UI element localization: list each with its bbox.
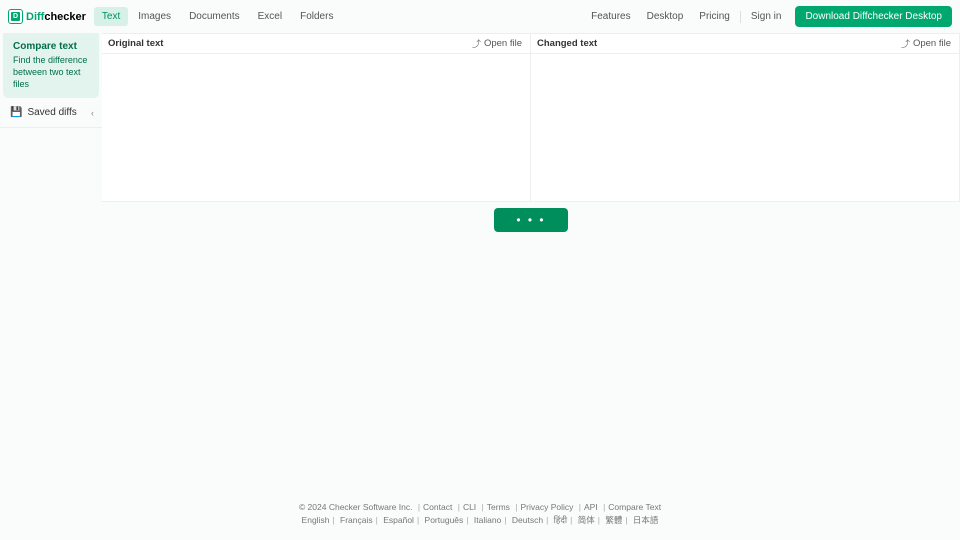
sidebar-compare-title: Compare text (13, 41, 89, 52)
logo-icon: D (8, 9, 23, 24)
loading-dots-icon: • • • (516, 214, 545, 226)
pane-original-title: Original text (108, 38, 163, 49)
compare-button-row: • • • (102, 208, 960, 232)
pane-changed-body (531, 53, 959, 201)
lang-fr[interactable]: Français (340, 515, 373, 525)
open-file-original[interactable]: ⤴Open file (472, 37, 522, 50)
lang-en[interactable]: English (302, 515, 330, 525)
upload-icon: ⤴ (472, 37, 481, 50)
lang-hi[interactable]: हिंदी (554, 515, 567, 525)
tab-folders[interactable]: Folders (292, 7, 341, 26)
compare-button[interactable]: • • • (494, 208, 567, 232)
logo-text-diff: Diff (26, 11, 44, 23)
footer-link-terms[interactable]: Terms (487, 502, 510, 512)
footer: © 2024 Checker Software Inc. |Contact |C… (0, 502, 960, 528)
pane-changed-title: Changed text (537, 38, 597, 49)
tab-documents[interactable]: Documents (181, 7, 248, 26)
logo-text-checker: checker (44, 11, 86, 23)
lang-zh-hans[interactable]: 简体 (578, 515, 595, 525)
nav-separator (740, 11, 741, 23)
pane-original: Original text ⤴Open file (102, 34, 531, 201)
nav-right: Features Desktop Pricing Sign in Downloa… (583, 6, 952, 27)
tab-excel[interactable]: Excel (250, 7, 290, 26)
footer-links-row: © 2024 Checker Software Inc. |Contact |C… (0, 502, 960, 512)
footer-copyright: © 2024 Checker Software Inc. (299, 502, 413, 512)
lang-zh-hant[interactable]: 繁體 (605, 515, 622, 525)
lang-ja[interactable]: 日本語 (633, 515, 659, 525)
logo[interactable]: D Diffchecker (8, 9, 86, 24)
upload-icon: ⤴ (901, 37, 910, 50)
open-file-original-label: Open file (484, 38, 522, 49)
lang-it[interactable]: Italiano (474, 515, 501, 525)
sidebar-compare-desc: Find the difference between two text fil… (13, 54, 89, 90)
header: D Diffchecker Text Images Documents Exce… (0, 0, 960, 33)
lang-es[interactable]: Español (383, 515, 414, 525)
pane-original-header: Original text ⤴Open file (102, 34, 530, 53)
sidebar-compare-card: Compare text Find the difference between… (3, 33, 99, 98)
lang-pt[interactable]: Português (425, 515, 464, 525)
lang-de[interactable]: Deutsch (512, 515, 543, 525)
save-icon: 💾 (10, 107, 22, 118)
pane-original-body (102, 53, 530, 201)
chevron-left-icon: ‹ (91, 108, 94, 118)
tab-images[interactable]: Images (130, 7, 179, 26)
sidebar: Compare text Find the difference between… (0, 33, 102, 507)
footer-langs-row: English| Français| Español| Português| I… (0, 514, 960, 526)
saved-diffs-label-wrap: 💾 Saved diffs (10, 107, 77, 118)
sidebar-saved-diffs[interactable]: 💾 Saved diffs ‹ (0, 98, 102, 128)
link-signin[interactable]: Sign in (743, 7, 790, 26)
footer-link-cli[interactable]: CLI (463, 502, 476, 512)
open-file-changed-label: Open file (913, 38, 951, 49)
diff-panes: Original text ⤴Open file Changed text ⤴O… (102, 33, 960, 202)
main: Original text ⤴Open file Changed text ⤴O… (102, 33, 960, 507)
saved-diffs-label: Saved diffs (27, 107, 76, 118)
link-features[interactable]: Features (583, 7, 638, 26)
footer-link-privacy[interactable]: Privacy Policy (521, 502, 574, 512)
nav-tabs: Text Images Documents Excel Folders (94, 7, 342, 26)
pane-changed-header: Changed text ⤴Open file (531, 34, 959, 53)
original-textarea[interactable] (102, 54, 530, 201)
footer-link-compare-text[interactable]: Compare Text (608, 502, 661, 512)
footer-link-contact[interactable]: Contact (423, 502, 452, 512)
footer-link-api[interactable]: API (584, 502, 598, 512)
open-file-changed[interactable]: ⤴Open file (901, 37, 951, 50)
download-button[interactable]: Download Diffchecker Desktop (795, 6, 952, 27)
pane-changed: Changed text ⤴Open file (531, 34, 959, 201)
changed-textarea[interactable] (531, 54, 959, 201)
link-desktop[interactable]: Desktop (639, 7, 692, 26)
tab-text[interactable]: Text (94, 7, 128, 26)
nav-left: D Diffchecker Text Images Documents Exce… (8, 7, 341, 26)
link-pricing[interactable]: Pricing (691, 7, 738, 26)
body: Compare text Find the difference between… (0, 33, 960, 507)
